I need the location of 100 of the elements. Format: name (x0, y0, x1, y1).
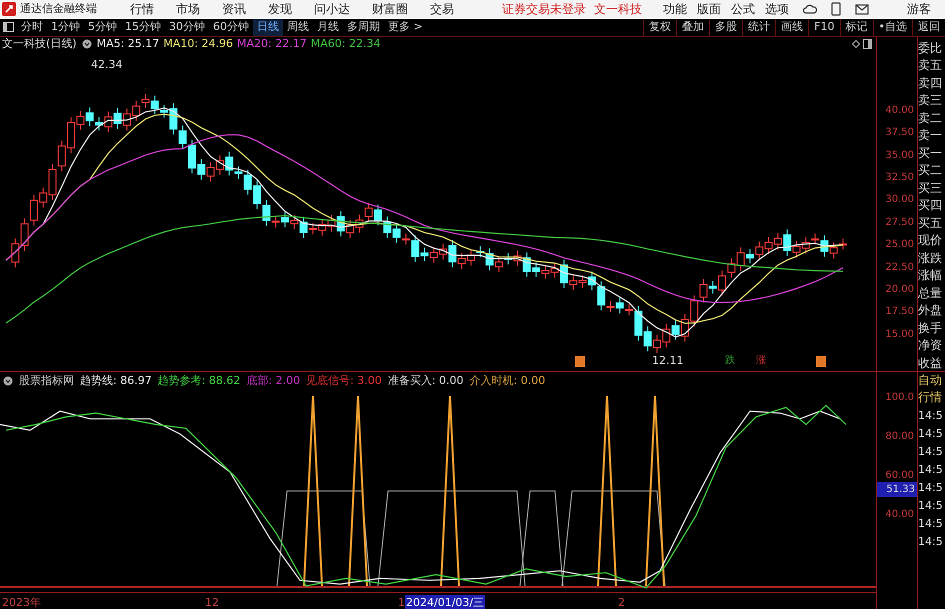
ma-legend: MA20: 22.17 (237, 36, 307, 53)
indicator-legend: 准备买入: 0.00 (388, 373, 464, 390)
quote-field-label: 外盘 (918, 302, 942, 320)
menu-item[interactable]: 财富圈 (372, 0, 408, 18)
price-axis-label: 40.00 (885, 104, 914, 118)
period-tab[interactable]: 月线 (313, 19, 343, 36)
user-label[interactable]: 游客 (907, 0, 931, 18)
price-axis-label: 30.00 (885, 193, 914, 208)
quote-field-label: 卖一 (918, 127, 942, 144)
menu-item[interactable]: 问小达 (314, 0, 350, 18)
period-tab[interactable]: 日线 (253, 19, 283, 36)
period-tab[interactable]: 1分钟 (47, 19, 84, 36)
price-axis-label: 15.00 (885, 328, 914, 342)
quote-field-label: 涨跌 (918, 250, 942, 267)
panel-icon[interactable] (863, 38, 872, 49)
current-value-label: 51.33 (877, 482, 917, 497)
price-axis-label: 35.00 (885, 148, 914, 163)
indicator-legend: 见底信号: 3.00 (306, 373, 382, 390)
quote-field-label: 买二 (918, 162, 942, 180)
trade-time: 14:5 (918, 516, 943, 532)
menu-item[interactable]: 资讯 (222, 0, 246, 18)
phone-icon[interactable] (831, 2, 841, 16)
period-tab[interactable]: 60分钟 (209, 19, 253, 36)
indicator-axis-label: 80.00 (885, 430, 914, 444)
quote-field-label: 现价 (918, 232, 942, 250)
trade-time: 14:5 (918, 444, 943, 460)
price-axis-label: 17.50 (885, 305, 914, 320)
diamond-icon[interactable] (852, 40, 860, 48)
more-tab[interactable]: 更多 > (388, 19, 423, 36)
date-label: 2024/01/03/三 (405, 594, 486, 609)
menu-item[interactable]: 市场 (176, 0, 200, 18)
quote-field-label: 收益 (918, 354, 942, 371)
quote-field-label: 卖二 (918, 110, 942, 127)
indicator-title: 股票指标网 (19, 373, 74, 390)
quote-tab[interactable]: 自动 (918, 372, 942, 390)
indicator-axis-label: 40.00 (885, 508, 914, 522)
price-axis-label: 27.50 (885, 216, 914, 230)
toolbar-button[interactable]: •自选 (872, 19, 912, 36)
period-tab[interactable]: 5分钟 (84, 19, 121, 36)
quote-field-label: 买一 (918, 144, 942, 162)
quote-field-label: 卖三 (918, 92, 942, 110)
period-tab[interactable]: 30分钟 (165, 19, 209, 36)
trade-time: 14:5 (918, 480, 943, 496)
menu-item[interactable]: 交易 (430, 0, 454, 18)
quote-field-label: 卖五 (918, 57, 942, 74)
menu-item[interactable]: 功能 (663, 0, 687, 18)
menu-item[interactable]: 发现 (268, 0, 292, 18)
menu-item[interactable]: 公式 (731, 0, 755, 18)
period-tab[interactable]: 多周期 (343, 19, 384, 36)
trade-time: 14:5 (918, 498, 943, 514)
toolbar-button[interactable]: 多股 (709, 19, 742, 36)
quote-tab[interactable]: 行情 (918, 389, 942, 407)
quote-field-label: 委比 (918, 40, 942, 57)
mail-icon[interactable] (855, 4, 869, 15)
toolbar-button[interactable]: 叠加 (676, 19, 710, 36)
period-tab[interactable]: 15分钟 (121, 19, 165, 36)
ma-legend: MA5: 25.17 (96, 36, 160, 53)
panel-toggle-icon[interactable] (3, 22, 14, 32)
period-tab[interactable]: 分时 (17, 19, 47, 36)
price-axis-label: 20.00 (885, 283, 914, 298)
toolbar-button[interactable]: F10 (808, 19, 840, 36)
quote-field-label: 换手 (918, 320, 942, 337)
signal-label: 跌 (724, 354, 736, 367)
price-axis-label: 32.50 (885, 171, 914, 186)
toolbar-button[interactable]: 标记 (840, 19, 872, 36)
toolbar-button[interactable]: 统计 (742, 19, 776, 36)
high-price-label: 42.34 (91, 56, 122, 73)
toolbar-button[interactable]: 返回 (912, 19, 945, 36)
ma-legend: MA10: 24.96 (163, 36, 234, 53)
signal-label: 涨 (755, 354, 767, 367)
price-axis-label: 25.00 (885, 238, 914, 252)
menu-item[interactable]: 行情 (130, 0, 154, 18)
indicator-legend: 底部: 2.00 (246, 373, 300, 390)
settings-icon[interactable] (3, 376, 13, 386)
indicator-legend: 介入时机: 0.00 (470, 373, 546, 390)
quote-field-label: 净资 (918, 337, 942, 354)
date-label: 2 (618, 594, 625, 609)
settings-icon[interactable] (82, 39, 92, 50)
stock-name: 文一科技 (594, 1, 642, 18)
toolbar-button[interactable]: 画线 (775, 19, 808, 36)
quote-field-label: 总量 (918, 284, 942, 302)
cloud-icon[interactable] (803, 3, 817, 16)
trade-time: 14:5 (918, 462, 943, 478)
indicator-axis-label: 100.0 (885, 390, 914, 405)
date-label: 12 (205, 594, 219, 609)
indicator-legend: 趋势参考: 88.62 (158, 373, 240, 390)
login-status[interactable]: 证券交易未登录 (502, 0, 586, 18)
menu-item[interactable]: 版面 (697, 0, 721, 18)
quote-field-label: 买四 (918, 197, 942, 214)
date-label: 1 (398, 594, 405, 609)
toolbar-button[interactable]: 复权 (643, 19, 676, 36)
date-label: 2023年 (2, 594, 41, 609)
menu-item[interactable]: 选项 (765, 0, 789, 18)
price-axis-label: 22.50 (885, 260, 914, 275)
quote-field-label: 卖四 (918, 74, 942, 92)
price-axis-label: 37.50 (885, 126, 914, 140)
period-tab[interactable]: 周线 (283, 19, 313, 36)
low-price-label: 12.11 (652, 352, 684, 369)
quote-field-label: 买三 (918, 180, 942, 197)
indicator-legend: 趋势线: 86.97 (80, 373, 152, 390)
